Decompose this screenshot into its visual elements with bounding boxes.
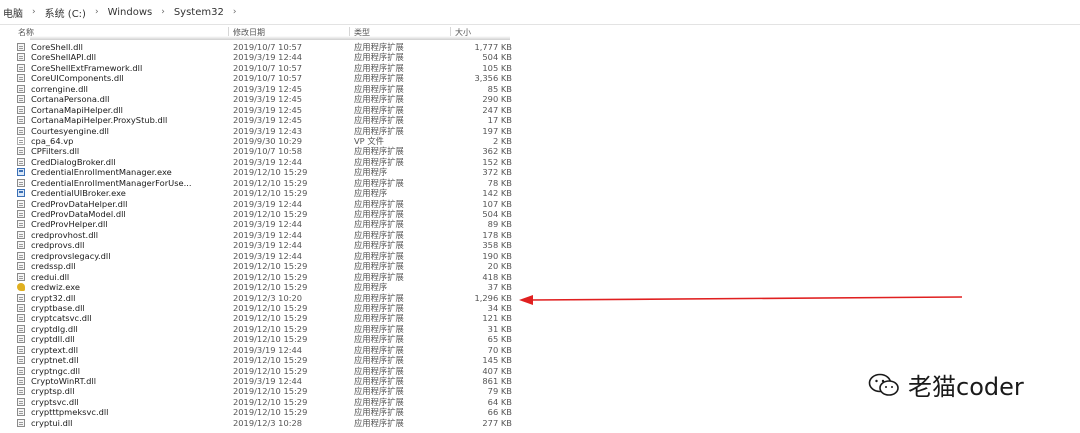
annotation-arrow-head bbox=[519, 295, 533, 305]
watermark: 老猫coder bbox=[868, 367, 1024, 402]
annotation-arrow-line bbox=[529, 296, 963, 301]
watermark-text: 老猫coder bbox=[908, 373, 1024, 401]
wechat-icon bbox=[868, 373, 899, 396]
